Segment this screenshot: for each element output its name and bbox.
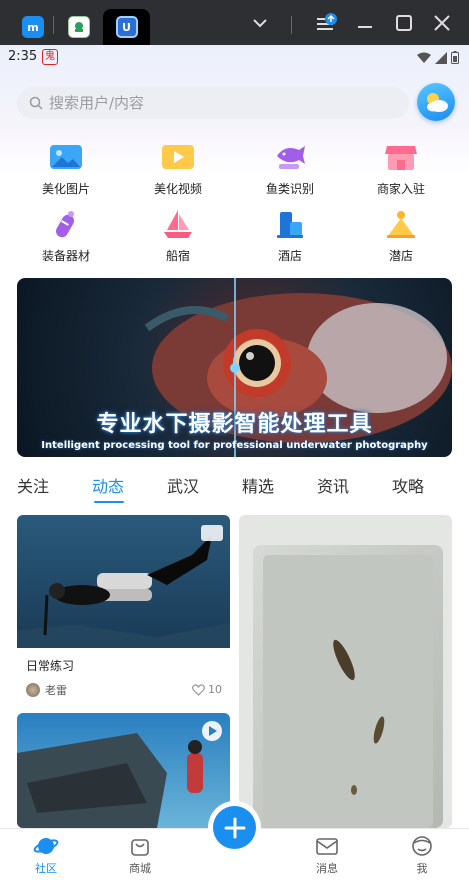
boat-icon: [160, 208, 196, 240]
tab-news[interactable]: 资讯: [317, 473, 349, 497]
feed-card[interactable]: [239, 515, 452, 828]
tab-guides[interactable]: 攻略: [392, 473, 424, 497]
menu-icon[interactable]: [313, 10, 339, 36]
grid-label: 装备器材: [41, 249, 90, 263]
grid-item-merchant[interactable]: 商家入驻: [351, 141, 451, 197]
tab-divider: [53, 16, 54, 34]
grid-item-hotel[interactable]: 酒店: [240, 208, 340, 264]
create-post-button[interactable]: [213, 806, 256, 849]
grid-item-liveaboard[interactable]: 船宿: [128, 208, 228, 264]
android-icon: [68, 16, 90, 38]
tab-featured[interactable]: 精选: [242, 473, 274, 497]
signal-icon: [435, 51, 447, 64]
like-button[interactable]: 10: [192, 683, 222, 696]
nav-label: 我: [416, 862, 428, 875]
hotel-icon: [272, 208, 308, 240]
grid-label: 美化视频: [153, 182, 202, 196]
grid-item-dive-shop[interactable]: 潜店: [351, 208, 451, 264]
maximize-icon[interactable]: [391, 10, 417, 36]
tab-app-1[interactable]: m: [20, 9, 46, 45]
weather-button[interactable]: [417, 83, 455, 121]
active-tab-indicator: [94, 501, 124, 503]
avatar: [26, 683, 40, 697]
feed-tabs: 关注 动态 武汉 精选 资讯 攻略: [0, 473, 469, 503]
banner-title: 专业水下摄影智能处理工具: [96, 412, 373, 437]
feed-card[interactable]: 日常练习 老雷 10: [17, 515, 230, 705]
status-icons: [417, 51, 459, 64]
video-icon: [160, 141, 196, 173]
search-bar[interactable]: [17, 87, 409, 119]
tab-wuhan[interactable]: 武汉: [167, 473, 199, 497]
aquarium-fish-photo: [239, 515, 452, 828]
fish-icon: [272, 141, 308, 173]
search-input[interactable]: [49, 94, 349, 112]
nav-me[interactable]: 我: [392, 833, 452, 876]
wifi-icon: [417, 52, 431, 63]
feed-card[interactable]: [17, 713, 230, 828]
app-screen: 2:35 鬼 美化图片 美化视频: [0, 45, 469, 880]
tab-follow[interactable]: 关注: [17, 473, 49, 497]
close-icon[interactable]: [429, 10, 455, 36]
shop-icon: [383, 141, 419, 173]
status-time: 2:35: [8, 49, 38, 64]
tab-app-2[interactable]: [64, 9, 94, 45]
battery-icon: [451, 51, 459, 64]
tab-moments[interactable]: 动态: [92, 473, 124, 497]
grid-label: 商家入驻: [376, 182, 425, 196]
nav-community[interactable]: 社区: [16, 833, 76, 876]
tab-app-3[interactable]: U: [103, 9, 150, 45]
grid-label: 美化图片: [41, 182, 90, 196]
grid-item-fish-id[interactable]: 鱼类识别: [240, 141, 340, 197]
planet-icon: [16, 833, 76, 859]
banner-subtitle: Intelligent processing tool for professi…: [41, 440, 428, 451]
grid-item-beautify-photo[interactable]: 美化图片: [16, 141, 116, 197]
promo-banner[interactable]: 专业水下摄影智能处理工具 Intelligent processing tool…: [17, 278, 452, 457]
minimize-icon[interactable]: [352, 10, 378, 36]
heart-icon: [192, 683, 205, 696]
emulator-titlebar: m U: [0, 0, 469, 45]
picture-icon: [48, 141, 84, 173]
author-name: 老雷: [45, 684, 67, 697]
card-title: 日常练习: [26, 659, 75, 673]
weather-sun-cloud-icon: [427, 93, 448, 112]
status-bar: 2:35 鬼: [0, 45, 469, 71]
grid-item-beautify-video[interactable]: 美化视频: [128, 141, 228, 197]
app-logo-icon: m: [22, 16, 44, 38]
gear-tank-icon: [48, 208, 84, 240]
search-icon: [29, 96, 43, 110]
dive-shop-icon: [383, 208, 419, 240]
grid-label: 船宿: [165, 249, 190, 263]
wreck-dive-photo: [17, 713, 230, 828]
nav-mall[interactable]: 商城: [110, 833, 170, 876]
diver-photo: [17, 515, 230, 648]
card-author[interactable]: 老雷: [26, 682, 67, 698]
titlebar-divider: [291, 16, 292, 34]
chevron-down-icon[interactable]: [247, 10, 273, 36]
grid-label: 潜店: [388, 249, 413, 263]
grid-item-equipment[interactable]: 装备器材: [16, 208, 116, 264]
mail-icon: [297, 833, 357, 859]
grid-label: 酒店: [277, 249, 302, 263]
nav-label: 消息: [316, 862, 338, 875]
grid-label: 鱼类识别: [265, 182, 314, 196]
nav-label: 商城: [129, 862, 151, 875]
bag-icon: [110, 833, 170, 859]
plus-icon: [224, 817, 245, 838]
profile-icon: [392, 833, 452, 859]
nav-label: 社区: [35, 862, 57, 875]
notification-badge: 鬼: [42, 49, 58, 65]
nav-messages[interactable]: 消息: [297, 833, 357, 876]
compare-slider-handle[interactable]: [230, 363, 240, 373]
like-count: 10: [208, 683, 222, 696]
dive-app-icon: U: [115, 16, 138, 38]
